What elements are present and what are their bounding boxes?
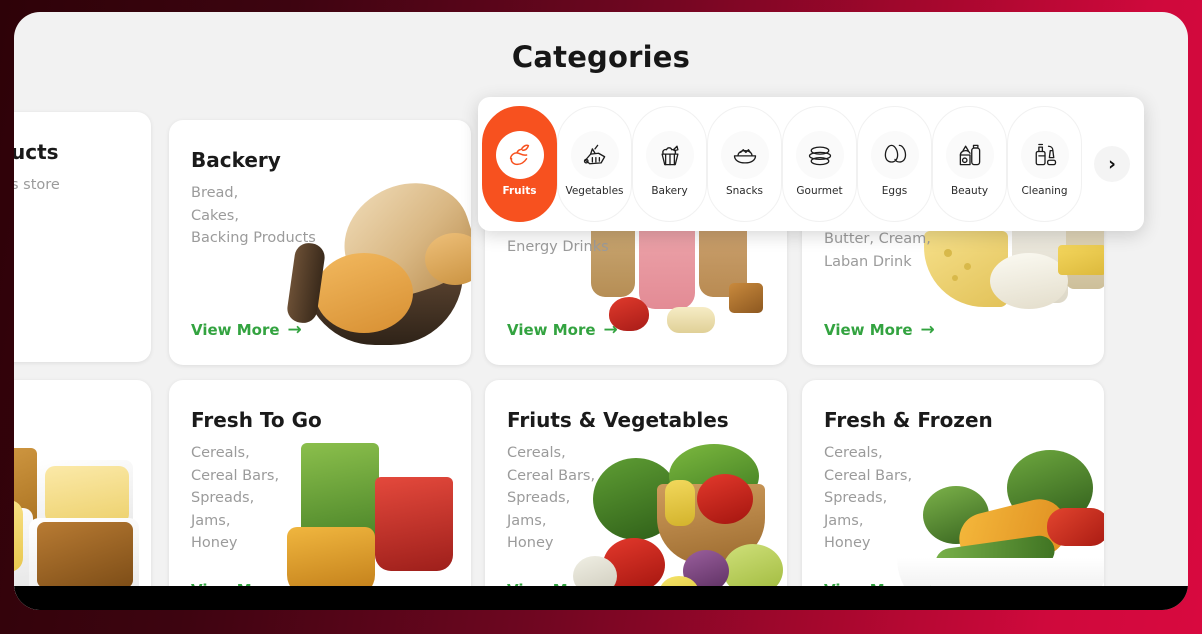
category-item-cleaning[interactable]: Cleaning xyxy=(1007,106,1082,222)
category-item-snacks[interactable]: Snacks xyxy=(707,106,782,222)
device-frame: Categories ucts s store Backery Bread, C… xyxy=(0,0,1202,634)
snacks-bowls-image xyxy=(14,442,147,607)
bottom-black-bar xyxy=(14,586,1188,610)
category-label: Vegetables xyxy=(565,185,624,197)
page-title: Categories xyxy=(511,40,691,74)
category-label: Bakery xyxy=(651,185,688,197)
category-label: Gourmet xyxy=(796,185,843,197)
list-item[interactable]: Backery Bread, Cakes, Backing Products V… xyxy=(169,120,471,365)
card-subtitle: s store xyxy=(14,177,60,193)
snacks-bowl-icon xyxy=(720,131,769,179)
card-subtitle: Bread, Cakes, Backing Products xyxy=(191,185,316,246)
category-item-bakery[interactable]: Bakery xyxy=(632,106,707,222)
list-item[interactable]: ucts s store xyxy=(14,112,151,362)
cupcake-icon xyxy=(645,131,694,179)
category-item-fruits[interactable]: Fruits xyxy=(482,106,557,222)
list-item[interactable] xyxy=(14,380,151,610)
category-selector-panel[interactable]: Fruits Vegetables Bakery Snacks Gourmet … xyxy=(478,97,1144,231)
card-subtitle: Cereals, Cereal Bars, Spreads, Jams, Hon… xyxy=(824,445,913,551)
arrow-right-icon: → xyxy=(287,319,302,340)
category-label: Eggs xyxy=(881,185,908,197)
list-item[interactable]: Fresh To Go Cereals, Cereal Bars, Spread… xyxy=(169,380,471,610)
card-subtitle: Butter, Cream, Laban Drink xyxy=(824,231,931,270)
category-item-vegetables[interactable]: Vegetables xyxy=(557,106,632,222)
card-title: ucts xyxy=(14,140,59,164)
chevron-right-icon[interactable]: › xyxy=(1094,146,1130,182)
beauty-icon xyxy=(945,131,994,179)
category-label: Fruits xyxy=(502,185,537,197)
list-item[interactable]: Friuts & Vegetables Cereals, Cereal Bars… xyxy=(485,380,787,610)
card-title: Fresh & Frozen xyxy=(824,408,993,432)
view-more-link[interactable]: View More → xyxy=(191,321,302,339)
arrow-right-icon: → xyxy=(603,319,618,340)
view-more-label: View More xyxy=(191,321,280,339)
category-label: Cleaning xyxy=(1021,185,1068,197)
card-subtitle: Cereals, Cereal Bars, Spreads, Jams, Hon… xyxy=(507,445,596,551)
category-item-gourmet[interactable]: Gourmet xyxy=(782,106,857,222)
category-item-eggs[interactable]: Eggs xyxy=(857,106,932,222)
gourmet-icon xyxy=(795,131,844,179)
card-subtitle: Cereals, Cereal Bars, Spreads, Jams, Hon… xyxy=(191,445,280,551)
view-more-link[interactable]: View More → xyxy=(507,321,618,339)
card-title: Fresh To Go xyxy=(191,408,322,432)
card-title: Friuts & Vegetables xyxy=(507,408,729,432)
salad-cups-image xyxy=(283,443,463,603)
view-more-label: View More xyxy=(507,321,596,339)
eggs-icon xyxy=(870,131,919,179)
page-viewport: Categories ucts s store Backery Bread, C… xyxy=(14,12,1188,610)
cleaning-icon xyxy=(1020,131,1069,179)
view-more-label: View More xyxy=(824,321,913,339)
list-item[interactable]: Fresh & Frozen Cereals, Cereal Bars, Spr… xyxy=(802,380,1104,610)
category-item-beauty[interactable]: Beauty xyxy=(932,106,1007,222)
card-subtitle: Energy Drinks xyxy=(507,239,609,255)
category-label: Snacks xyxy=(725,185,764,197)
card-title: Backery xyxy=(191,148,281,172)
view-more-link[interactable]: View More → xyxy=(824,321,935,339)
vegetables-icon xyxy=(570,131,619,179)
fruits-icon xyxy=(495,131,544,179)
category-label: Beauty xyxy=(950,185,989,197)
arrow-right-icon: → xyxy=(920,319,935,340)
